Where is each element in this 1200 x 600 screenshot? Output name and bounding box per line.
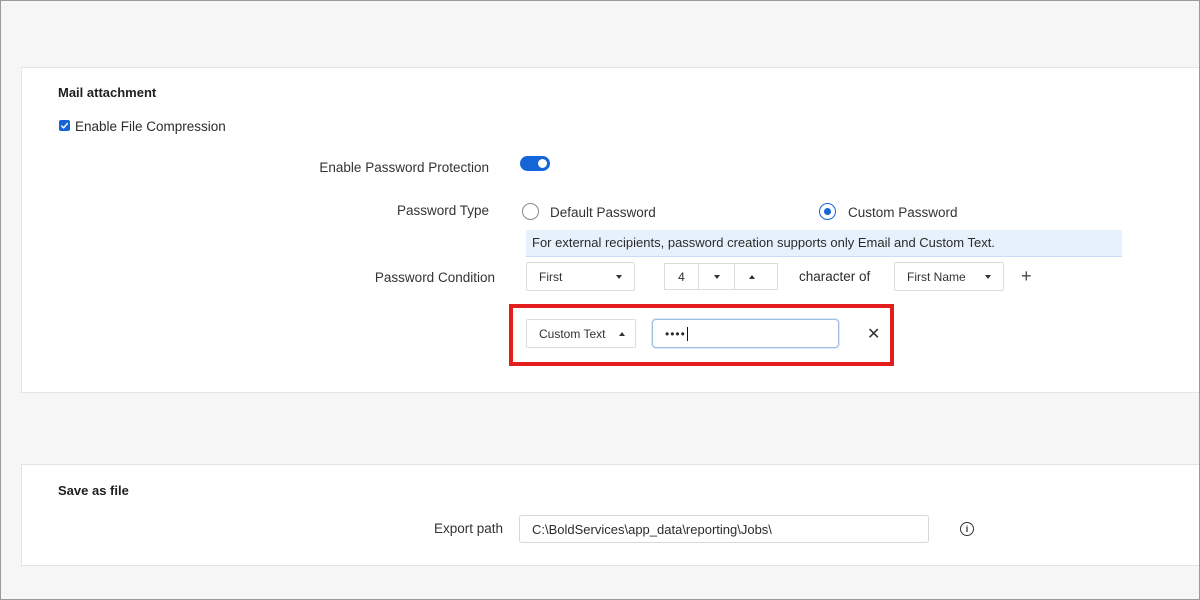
increment-button[interactable] [734,264,769,289]
enable-compression-label: Enable File Compression [75,119,226,134]
export-path-input[interactable]: C:\BoldServices\app_data\reporting\Jobs\ [519,515,929,543]
position-dropdown[interactable]: First [526,262,635,291]
decrement-button[interactable] [699,264,734,289]
password-type-label: Password Type [396,203,489,218]
default-password-label: Default Password [550,205,656,220]
check-icon [60,122,69,129]
save-as-file-title: Save as file [58,483,129,498]
mail-attachment-title: Mail attachment [58,85,157,100]
caret-down-icon [616,274,622,279]
caret-down-icon [713,274,720,279]
plus-icon[interactable]: + [1021,266,1032,287]
password-mask: •••• [665,326,686,341]
character-count-stepper[interactable]: 4 [664,263,778,290]
custom-password-label: Custom Password [848,205,958,220]
toggle-knob [538,159,547,168]
text-cursor [686,326,688,341]
info-banner: For external recipients, password creati… [526,230,1122,257]
password-condition-label: Password Condition [374,270,495,285]
field-dropdown-value: First Name [907,269,966,284]
position-dropdown-value: First [539,269,563,284]
caret-down-icon [985,274,991,279]
default-password-radio[interactable] [522,203,539,220]
export-path-label: Export path [433,521,503,536]
password-protection-label: Enable Password Protection [319,160,489,175]
password-protection-toggle[interactable] [520,156,550,171]
close-icon[interactable]: ✕ [867,324,880,344]
character-count-value: 4 [665,264,699,289]
field-dropdown[interactable]: First Name [894,262,1004,291]
info-icon[interactable]: i [960,522,974,536]
caret-up-icon [749,274,755,279]
caret-up-icon [619,331,625,336]
custom-text-password-input[interactable]: •••• [652,319,839,348]
custom-password-radio[interactable] [819,203,836,220]
export-path-value: C:\BoldServices\app_data\reporting\Jobs\ [532,521,772,537]
enable-compression-checkbox[interactable] [59,120,70,131]
custom-type-value: Custom Text [539,326,606,341]
character-of-text: character of [799,269,871,284]
custom-type-dropdown[interactable]: Custom Text [526,319,636,348]
